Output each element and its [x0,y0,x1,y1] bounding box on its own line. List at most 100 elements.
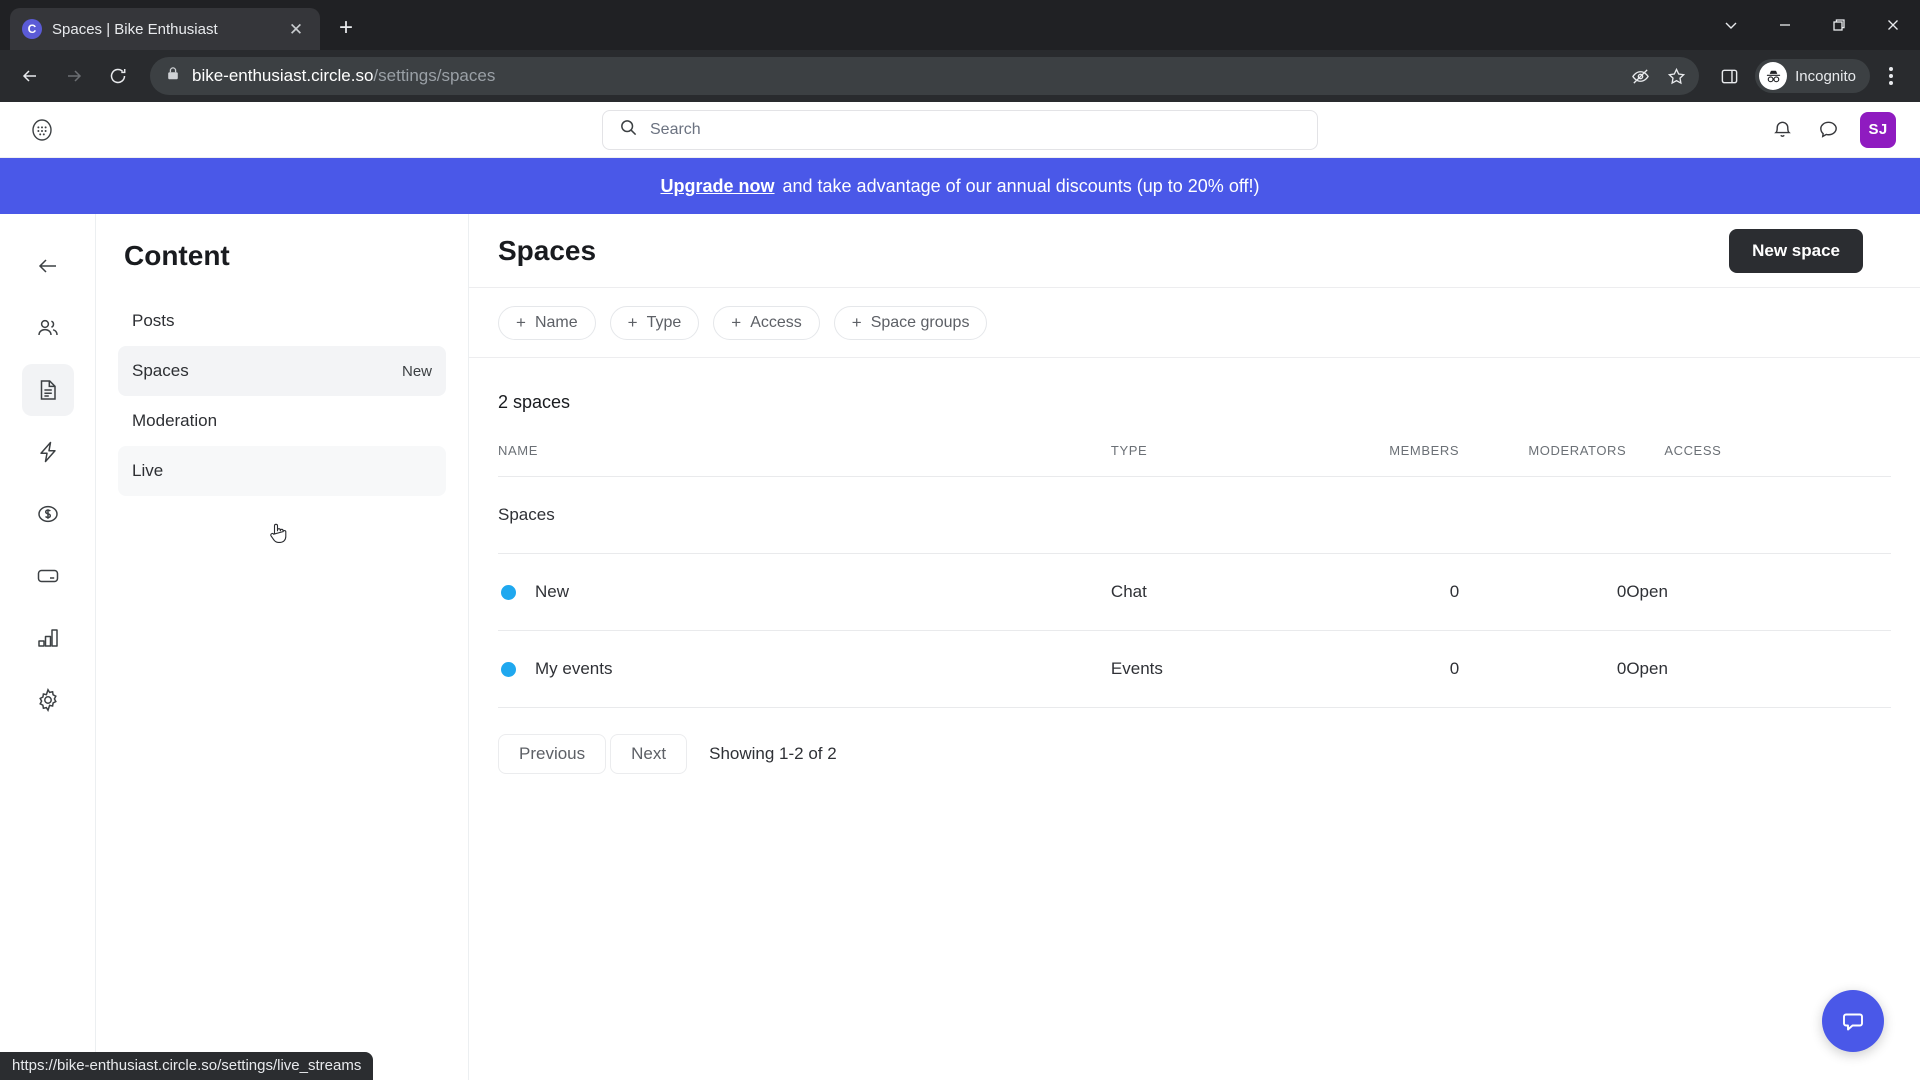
sidebar-item-monetization[interactable] [22,488,74,540]
sidebar-item-label: Live [132,461,164,480]
space-access: Open [1626,553,1891,631]
bookmark-star-icon[interactable] [1659,59,1693,93]
space-name-cell: New [498,553,1111,631]
search-input[interactable] [650,120,1301,139]
incognito-profile-button[interactable]: Incognito [1755,59,1870,93]
sidebar-item-label: Spaces [132,361,189,380]
status-bar-url: https://bike-enthusiast.circle.so/settin… [0,1052,374,1080]
sidebar-item-billing[interactable] [22,550,74,602]
sidebar-item-live[interactable]: Live [118,446,446,496]
filter-chip-label: Name [534,313,578,331]
sidebar-item-label: Posts [132,311,175,330]
column-header-access[interactable]: ACCESS [1626,443,1891,477]
space-moderators: 0 [1459,553,1627,631]
rail-back-button[interactable] [22,240,74,292]
column-header-members[interactable]: MEMBERS [1305,443,1460,477]
body-area: Content Posts Spaces New Moderation Live… [0,214,1920,1080]
sidebar-item-settings[interactable] [22,674,74,726]
filter-chips: + Name + Type + Access + Space groups [469,288,1920,358]
next-page-button[interactable]: Next [610,734,688,774]
space-color-dot [501,584,516,600]
minimize-icon[interactable] [1758,0,1812,50]
table-row[interactable]: My events Events 0 0 Open [498,630,1891,708]
filter-chip-access[interactable]: + Access [713,305,820,340]
browser-toolbar: bike-enthusiast.circle.so/settings/space… [0,50,1920,102]
cookie-blocked-icon[interactable] [1623,59,1657,93]
sidebar-item-moderation[interactable]: Moderation [118,396,446,446]
column-header-name[interactable]: NAME [498,443,1111,477]
sidebar-item-content[interactable] [21,364,74,416]
pagination: Previous Next Showing 1-2 of 2 [469,708,1920,774]
sidebar-item-spaces[interactable]: Spaces New [118,346,446,396]
settings-icon-rail [0,214,96,1080]
browser-window: C Spaces | Bike Enthusiast ✕ + bike-enth… [0,0,1920,1080]
header-actions: SJ [1768,111,1896,148]
plus-icon: + [731,313,742,332]
page-title: Spaces [498,234,597,266]
url-host: bike-enthusiast.circle.so [192,66,374,85]
space-members: 0 [1305,553,1460,631]
reload-icon[interactable] [98,56,138,96]
space-members: 0 [1305,630,1460,708]
url-text: bike-enthusiast.circle.so/settings/space… [192,66,495,86]
table-row[interactable]: New Chat 0 0 Open [498,553,1891,631]
banner-text: and take advantage of our annual discoun… [782,175,1260,196]
forward-icon[interactable] [54,56,94,96]
tab-favicon: C [22,19,42,39]
mouse-cursor [270,523,287,543]
sidebar-list: Posts Spaces New Moderation Live [96,296,468,496]
spaces-table: NAME TYPE MEMBERS MODERATORS ACCESS Spac… [498,443,1891,708]
pagination-info: Showing 1-2 of 2 [709,744,837,763]
filter-chip-space-groups[interactable]: + Space groups [833,305,988,340]
side-panel-icon[interactable] [1709,56,1749,96]
notifications-bell-icon[interactable] [1768,116,1796,144]
space-access: Open [1626,630,1891,708]
new-space-button[interactable]: New space [1729,228,1863,273]
filter-chip-name[interactable]: + Name [498,305,596,340]
sidebar-item-members[interactable] [22,302,74,354]
upgrade-now-link[interactable]: Upgrade now [660,176,774,197]
tab-strip: C Spaces | Bike Enthusiast ✕ + [0,0,1920,50]
toolbar-right: Incognito [1709,56,1910,96]
sidebar-item-automations[interactable] [22,426,74,478]
back-icon[interactable] [10,56,50,96]
incognito-icon [1759,62,1788,90]
spaces-count: 2 spaces [498,392,571,412]
plus-icon: + [516,313,526,332]
search-icon [619,118,638,142]
space-name: New [535,582,570,601]
column-header-type[interactable]: TYPE [1110,443,1306,477]
filter-chip-type[interactable]: + Type [609,305,700,340]
sidebar-title: Content [124,240,230,271]
sidebar-item-analytics[interactable] [22,612,74,664]
main-panel: Spaces New space + Name + Type + Access [469,214,1920,1080]
chrome-menu-icon[interactable] [1872,56,1910,96]
table-group-row: Spaces [498,476,1891,554]
avatar[interactable]: SJ [1860,111,1896,148]
browser-tab[interactable]: C Spaces | Bike Enthusiast ✕ [10,8,320,50]
address-bar[interactable]: bike-enthusiast.circle.so/settings/space… [150,57,1700,95]
url-path: /settings/spaces [373,66,496,85]
space-name: My events [535,659,613,678]
tab-search-icon[interactable] [1704,0,1758,50]
search-box[interactable] [602,109,1318,150]
plus-icon: + [627,313,638,332]
column-header-moderators[interactable]: MODERATORS [1459,443,1627,477]
sidebar-item-posts[interactable]: Posts [118,296,446,346]
upgrade-banner: Upgrade now and take advantage of our an… [0,158,1920,214]
app-header: SJ [0,102,1920,158]
group-label: Spaces [498,476,1891,554]
sidebar-item-badge: New [401,362,432,380]
lock-icon [166,66,180,86]
messages-bubble-icon[interactable] [1814,116,1842,144]
previous-page-button[interactable]: Previous [498,734,607,774]
community-switcher-icon[interactable] [24,112,60,148]
window-controls [1704,0,1920,50]
filter-chip-label: Space groups [870,313,970,331]
new-tab-icon[interactable]: + [328,10,364,46]
main-header: Spaces New space [469,214,1920,288]
close-icon[interactable]: ✕ [284,17,308,41]
chat-bubble-icon[interactable] [1822,990,1884,1052]
close-window-icon[interactable] [1866,0,1920,50]
maximize-icon[interactable] [1812,0,1866,50]
